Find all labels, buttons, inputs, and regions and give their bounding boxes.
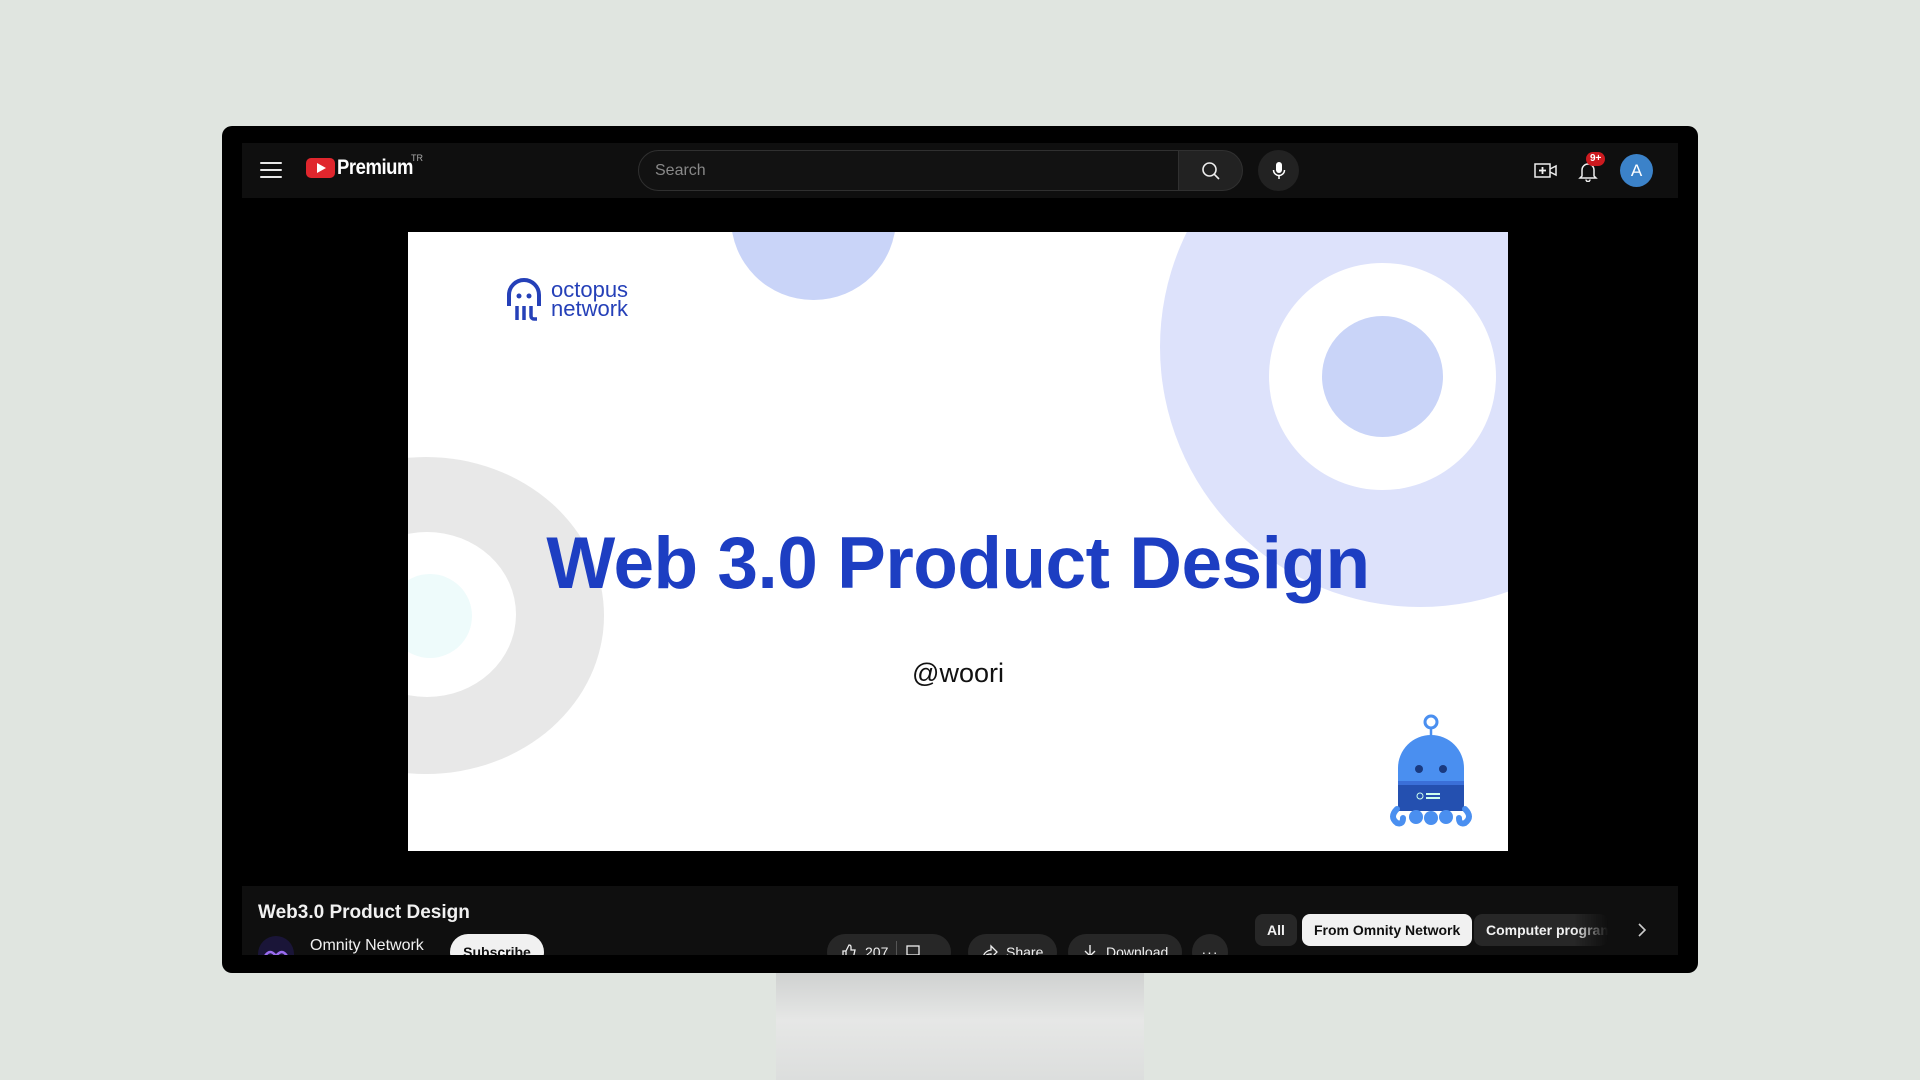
chip-computer-programming[interactable]: Computer programming — [1474, 914, 1608, 946]
slide-author-handle: @woori — [912, 658, 1004, 688]
youtube-window: Premium TR Search 9+ A octopus network W… — [242, 143, 1678, 955]
like-dislike-button[interactable]: 207 — [827, 934, 951, 955]
decor-ring-core — [1322, 316, 1443, 437]
country-code: TR — [411, 153, 423, 163]
more-icon: ··· — [1201, 944, 1219, 955]
search-input[interactable]: Search — [638, 150, 1179, 191]
account-avatar[interactable]: A — [1620, 154, 1653, 187]
video-player[interactable]: octopus network Web 3.0 Product Design @… — [242, 198, 1678, 886]
like-count: 207 — [865, 944, 889, 955]
youtube-premium-logo[interactable]: Premium TR — [306, 153, 423, 180]
channel-avatar[interactable] — [258, 936, 294, 955]
brand-name: Premium — [337, 156, 414, 179]
youtube-play-icon — [306, 158, 335, 178]
voice-search-button[interactable] — [1258, 150, 1299, 191]
search-button[interactable] — [1179, 150, 1243, 191]
subscribe-button[interactable]: Subscribe — [450, 934, 544, 955]
search-placeholder: Search — [655, 161, 706, 179]
chips-next-button[interactable] — [1630, 918, 1654, 942]
video-info-panel: Web3.0 Product Design Omnity Network Sub… — [242, 886, 1678, 955]
top-bar: Premium TR Search 9+ A — [242, 143, 1678, 198]
chip-all[interactable]: All — [1255, 914, 1297, 946]
omnity-logo-icon — [264, 950, 288, 955]
thumbs-up-icon — [842, 944, 856, 955]
brand-line-2: network — [551, 296, 629, 321]
download-label: Download — [1106, 944, 1169, 955]
thumbs-down-icon — [906, 945, 921, 955]
share-icon — [983, 944, 998, 955]
monitor: Premium TR Search 9+ A octopus network W… — [222, 126, 1698, 973]
download-icon — [1084, 945, 1096, 955]
octopus-logo-icon — [507, 278, 541, 321]
chevron-right-icon — [1638, 923, 1647, 937]
video-frame: octopus network Web 3.0 Product Design @… — [408, 232, 1508, 851]
octopus-network-logo: octopus network — [505, 276, 628, 322]
slide-title: Web 3.0 Product Design — [546, 523, 1370, 604]
decor-circle-top — [731, 232, 896, 300]
notifications-button[interactable]: 9+ — [1572, 152, 1606, 187]
create-video-icon — [1534, 163, 1557, 178]
search-icon — [1201, 161, 1220, 180]
channel-name[interactable]: Omnity Network — [310, 937, 424, 955]
share-label: Share — [1006, 944, 1044, 955]
monitor-stand — [776, 972, 1144, 1080]
chip-from-omnity-network[interactable]: From Omnity Network — [1302, 914, 1473, 946]
share-button[interactable]: Share — [968, 934, 1058, 955]
octopus-mascot-icon — [1390, 714, 1472, 827]
notification-badge: 9+ — [1586, 152, 1606, 166]
brand-wordmark: octopus network — [551, 279, 629, 321]
video-title: Web3.0 Product Design — [258, 902, 470, 923]
more-actions-button[interactable]: ··· — [1192, 934, 1228, 955]
divider — [896, 941, 898, 955]
download-button[interactable]: Download — [1068, 934, 1183, 955]
create-button[interactable] — [1530, 155, 1562, 187]
menu-icon[interactable] — [260, 160, 282, 180]
microphone-icon — [1272, 161, 1285, 179]
